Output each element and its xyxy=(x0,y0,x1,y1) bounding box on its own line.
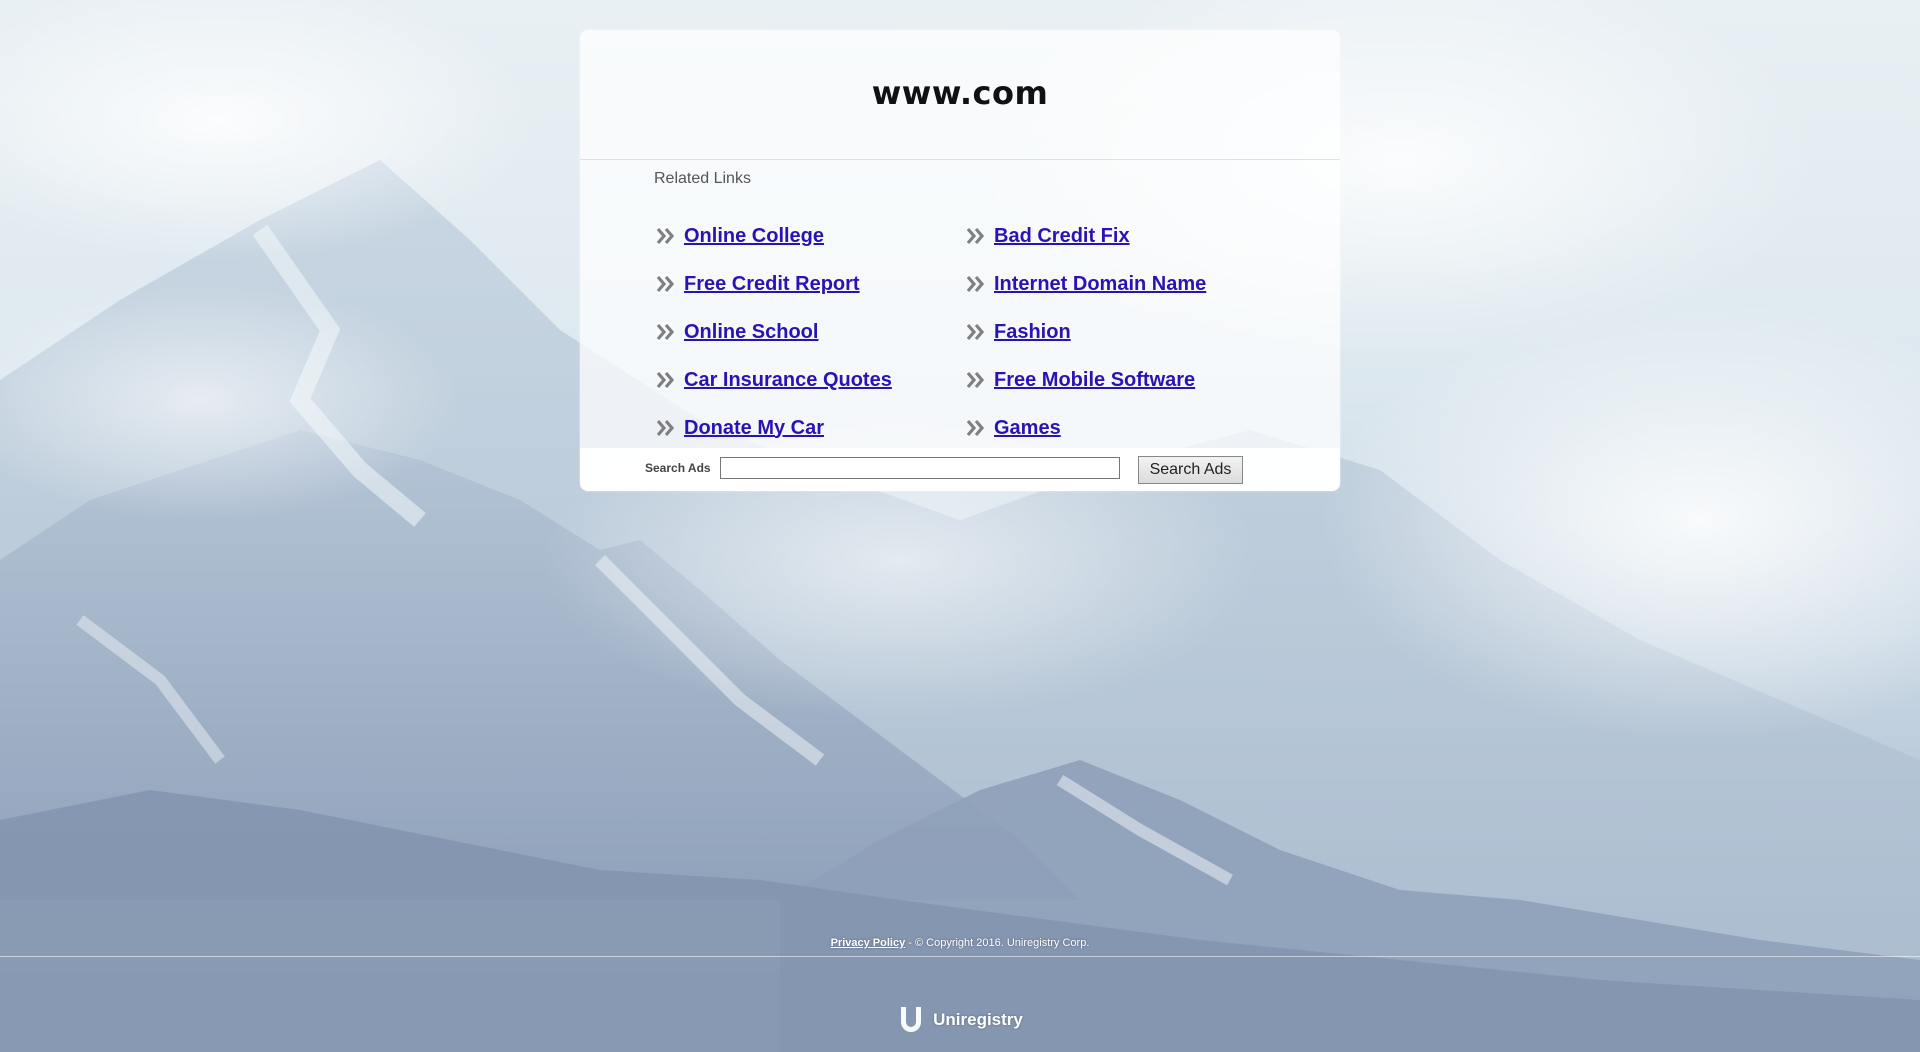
related-link-label[interactable]: Donate My Car xyxy=(684,417,824,440)
brand-name: Uniregistry xyxy=(933,1010,1023,1029)
related-link-fashion[interactable]: Fashion xyxy=(966,318,1071,346)
related-link-label[interactable]: Online School xyxy=(684,321,818,344)
related-link-internet-domain-name[interactable]: Internet Domain Name xyxy=(966,270,1206,298)
related-link-car-insurance-quotes[interactable]: Car Insurance Quotes xyxy=(656,366,892,394)
related-link-label[interactable]: Online College xyxy=(684,225,824,248)
double-chevron-right-icon xyxy=(966,419,985,437)
double-chevron-right-icon xyxy=(656,323,675,341)
related-link-online-college[interactable]: Online College xyxy=(656,222,824,250)
double-chevron-right-icon xyxy=(656,371,675,389)
parked-domain-panel: www.com Related Links Online College Fre… xyxy=(580,30,1340,491)
page-background: www.com Related Links Online College Fre… xyxy=(0,0,1920,1052)
related-link-free-credit-report[interactable]: Free Credit Report xyxy=(656,270,860,298)
related-link-label[interactable]: Free Mobile Software xyxy=(994,369,1195,392)
related-link-label[interactable]: Bad Credit Fix xyxy=(994,225,1130,248)
related-link-label[interactable]: Games xyxy=(994,417,1061,440)
related-link-online-school[interactable]: Online School xyxy=(656,318,818,346)
privacy-policy-link[interactable]: Privacy Policy xyxy=(831,937,906,949)
double-chevron-right-icon xyxy=(656,419,675,437)
related-link-games[interactable]: Games xyxy=(966,414,1061,442)
double-chevron-right-icon xyxy=(966,371,985,389)
footer-divider xyxy=(0,956,1920,957)
double-chevron-right-icon xyxy=(656,275,675,293)
related-link-label[interactable]: Free Credit Report xyxy=(684,273,860,296)
related-link-free-mobile-software[interactable]: Free Mobile Software xyxy=(966,366,1195,394)
search-ads-button[interactable]: Search Ads xyxy=(1138,456,1243,484)
related-links-label: Related Links xyxy=(654,170,751,187)
double-chevron-right-icon xyxy=(656,227,675,245)
double-chevron-right-icon xyxy=(966,227,985,245)
related-link-bad-credit-fix[interactable]: Bad Credit Fix xyxy=(966,222,1130,250)
uniregistry-brand[interactable]: Uniregistry xyxy=(0,1005,1920,1035)
double-chevron-right-icon xyxy=(966,275,985,293)
domain-title: www.com xyxy=(871,74,1049,112)
copyright-text: - © Copyright 2016. Uniregistry Corp. xyxy=(905,937,1090,949)
search-ads-input[interactable] xyxy=(720,457,1120,479)
related-link-label[interactable]: Car Insurance Quotes xyxy=(684,369,892,392)
header-divider xyxy=(580,159,1340,160)
related-link-label[interactable]: Fashion xyxy=(994,321,1071,344)
related-link-donate-my-car[interactable]: Donate My Car xyxy=(656,414,824,442)
uniregistry-logo-icon xyxy=(901,1007,922,1032)
search-ads-label: Search Ads xyxy=(645,461,711,475)
footer-copyright: Privacy Policy - © Copyright 2016. Unire… xyxy=(0,937,1920,949)
search-ads-bar: Search Ads Search Ads xyxy=(580,448,1340,491)
related-link-label[interactable]: Internet Domain Name xyxy=(994,273,1206,296)
double-chevron-right-icon xyxy=(966,323,985,341)
